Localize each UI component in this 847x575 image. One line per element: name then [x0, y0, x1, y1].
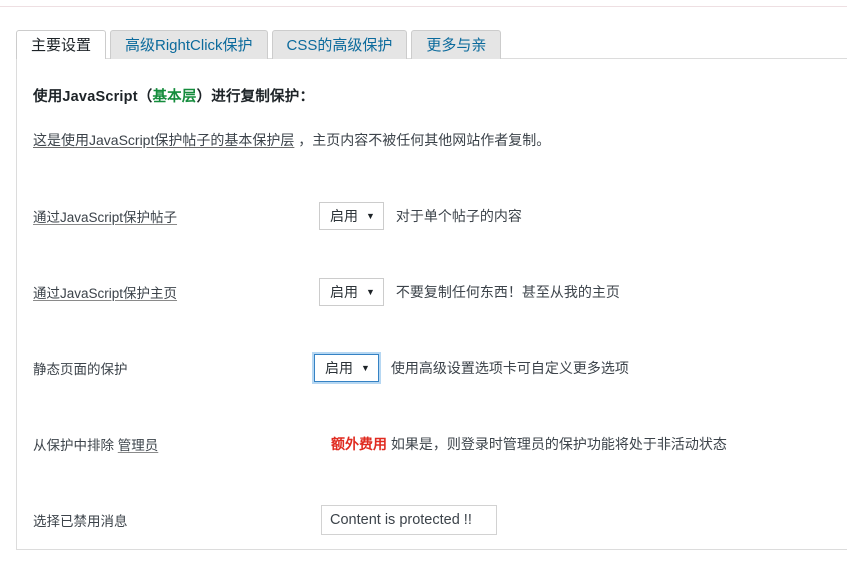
section-title-prefix: 使用JavaScript（ [33, 89, 153, 105]
settings-tabs: 主要设置 高级RightClick保护 CSS的高级保护 更多与亲 [16, 28, 505, 60]
row-protect-homepage: 通过JavaScript保护主页 启用 ▼ 不要复制任何东西！甚至从我的主页 [33, 254, 847, 330]
disabled-message-input[interactable] [321, 505, 497, 535]
section-description-link[interactable]: 这是使用JavaScript保护帖子的基本保护层 [33, 132, 294, 148]
protect-homepage-select[interactable]: 启用 ▼ [319, 278, 384, 306]
chevron-down-icon: ▼ [366, 286, 375, 297]
section-description-rest: ，主页内容不被任何其他网站作者复制。 [294, 132, 551, 148]
tab-advanced-rightclick[interactable]: 高级RightClick保护 [110, 30, 268, 59]
tab-more[interactable]: 更多与亲 [411, 30, 502, 59]
row-protect-static-pages: 静态页面的保护 启用 ▼ 使用高级设置选项卡可自定义更多选项 [33, 330, 847, 406]
row-protect-homepage-label: 通过JavaScript保护主页 [33, 282, 293, 302]
protect-posts-hint: 对于单个帖子的内容 [395, 208, 522, 224]
tab-main-settings-label: 主要设置 [31, 37, 92, 54]
protect-static-pages-hint: 使用高级设置选项卡可自定义更多选项 [390, 360, 629, 376]
protect-homepage-hint: 不要复制任何东西！甚至从我的主页 [395, 284, 620, 300]
row-protect-homepage-control: 启用 ▼ 不要复制任何东西！甚至从我的主页 [319, 278, 620, 306]
protect-posts-select-value: 启用 [330, 208, 358, 224]
protect-posts-select[interactable]: 启用 ▼ [319, 202, 384, 230]
row-exclude-admin-label-prefix: 从保护中排除 [33, 438, 118, 453]
row-protect-static-pages-label: 静态页面的保护 [33, 358, 293, 378]
row-disabled-message: 选择已禁用消息 [33, 482, 847, 558]
tab-more-label: 更多与亲 [426, 37, 487, 54]
protect-static-pages-select[interactable]: 启用 ▼ [314, 354, 379, 382]
exclude-admin-note: 额外费用 如果是，则登录时管理员的保护功能将处于非活动状态 [331, 434, 727, 454]
row-exclude-admin-label-link[interactable]: 管理员 [118, 438, 159, 453]
row-protect-static-pages-label-text: 静态页面的保护 [33, 362, 128, 377]
protect-homepage-select-value: 启用 [330, 284, 358, 300]
premium-badge: 额外费用 [331, 436, 387, 452]
row-protect-posts: 通过JavaScript保护帖子 启用 ▼ 对于单个帖子的内容 [33, 178, 847, 254]
exclude-admin-note-rest: 如果是，则登录时管理员的保护功能将处于非活动状态 [387, 436, 727, 452]
top-divider [0, 6, 847, 7]
tab-main-settings[interactable]: 主要设置 [16, 30, 107, 60]
protect-static-pages-select-value: 启用 [325, 360, 353, 376]
row-disabled-message-control [321, 505, 497, 535]
row-protect-posts-control: 启用 ▼ 对于单个帖子的内容 [319, 202, 522, 230]
row-exclude-admin: 从保护中排除 管理员 额外费用 如果是，则登录时管理员的保护功能将处于非活动状态 [33, 406, 847, 482]
row-exclude-admin-label: 从保护中排除 管理员 [33, 434, 293, 454]
row-exclude-admin-control: 额外费用 如果是，则登录时管理员的保护功能将处于非活动状态 [319, 434, 727, 454]
chevron-down-icon: ▼ [366, 210, 375, 221]
tab-css-protection[interactable]: CSS的高级保护 [271, 30, 408, 59]
chevron-down-icon: ▼ [361, 362, 370, 373]
tab-advanced-rightclick-label: 高级RightClick保护 [125, 37, 253, 54]
row-disabled-message-label-text: 选择已禁用消息 [33, 514, 128, 529]
row-protect-homepage-label-text[interactable]: 通过JavaScript保护主页 [33, 286, 177, 301]
row-protect-static-pages-control: 启用 ▼ 使用高级设置选项卡可自定义更多选项 [314, 354, 629, 382]
settings-rows: 通过JavaScript保护帖子 启用 ▼ 对于单个帖子的内容 通过JavaSc… [33, 178, 847, 558]
section-title-suffix: ）进行复制保护： [196, 89, 315, 105]
tab-css-protection-label: CSS的高级保护 [286, 37, 393, 54]
section-title-highlight: 基本层 [152, 89, 197, 105]
settings-panel: 使用JavaScript（基本层）进行复制保护： 这是使用JavaScript保… [16, 58, 847, 550]
section-title: 使用JavaScript（基本层）进行复制保护： [33, 85, 847, 106]
section-description: 这是使用JavaScript保护帖子的基本保护层 ，主页内容不被任何其他网站作者… [33, 130, 847, 150]
row-disabled-message-label: 选择已禁用消息 [33, 510, 293, 530]
row-protect-posts-label: 通过JavaScript保护帖子 [33, 206, 293, 226]
row-protect-posts-label-text[interactable]: 通过JavaScript保护帖子 [33, 210, 177, 225]
